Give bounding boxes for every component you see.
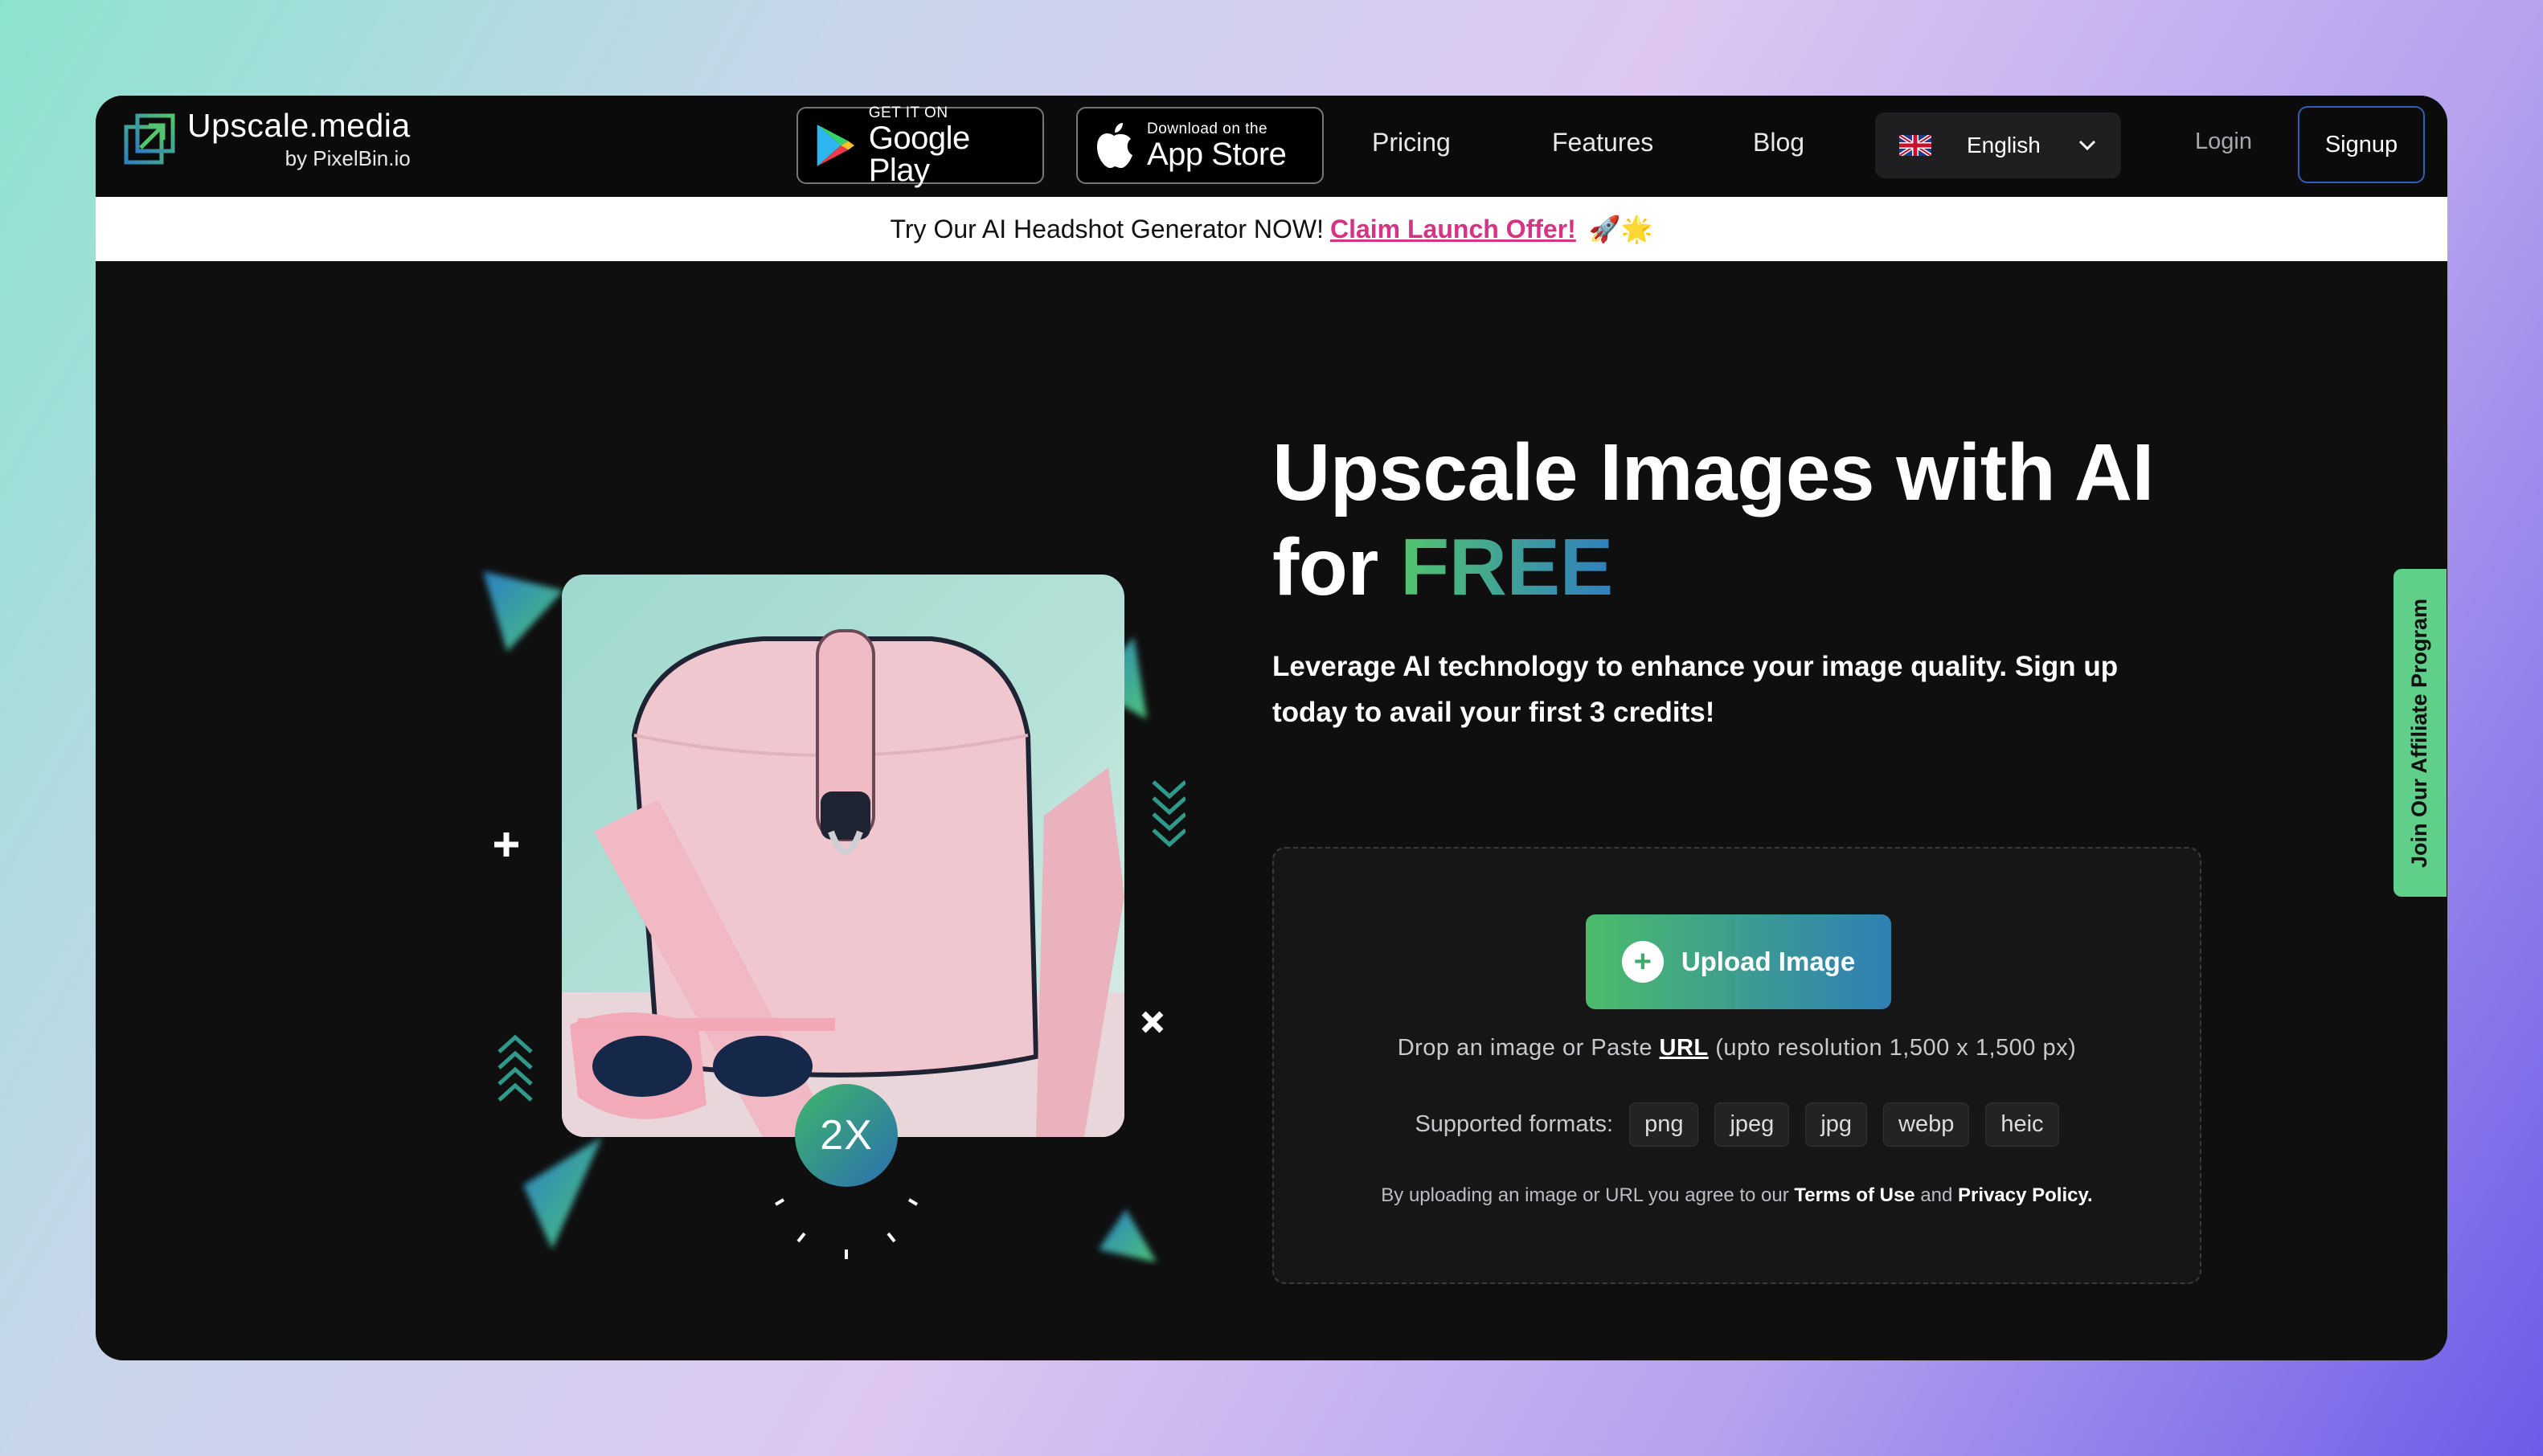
hero-illustration: 2X: [334, 446, 1186, 1266]
app-store-small: Download on the: [1147, 121, 1268, 137]
terms-and: and: [1920, 1184, 1953, 1206]
brand-subtitle: by PixelBin.io: [285, 146, 411, 170]
terms-notice: By uploading an image or URL you agree t…: [1274, 1184, 2200, 1207]
google-play-small: GET IT ON: [868, 104, 948, 121]
upload-button-label: Upload Image: [1681, 947, 1856, 976]
chevron-down-icon: [2078, 140, 2096, 151]
terms-of-use-link[interactable]: Terms of Use: [1794, 1184, 1914, 1206]
google-play-label: Google Play: [868, 121, 970, 188]
app-store-label: App Store: [1147, 137, 1287, 172]
formats-label: Supported formats:: [1415, 1111, 1614, 1137]
format-chip: heic: [1985, 1102, 2059, 1147]
upscale-2x-badge: 2X: [795, 1084, 898, 1187]
hero-title: Upscale Images with AI for FREE: [1272, 425, 2277, 615]
format-chip: webp: [1883, 1102, 1970, 1147]
brand-title: Upscale.media: [187, 107, 411, 144]
plus-icon: +: [1621, 941, 1664, 983]
chevrons-up-icon: [498, 1034, 533, 1102]
product-photo: [562, 575, 1124, 1137]
plus-shape: [494, 832, 518, 857]
nav-pricing[interactable]: Pricing: [1372, 128, 1451, 157]
upload-dropzone[interactable]: + Upload Image Drop an image or Paste UR…: [1272, 847, 2201, 1284]
paste-url-link[interactable]: URL: [1660, 1035, 1709, 1061]
chevrons-down-icon: [1152, 780, 1186, 848]
language-select[interactable]: English: [1875, 112, 2121, 178]
supported-formats: Supported formats: png jpeg jpg webp hei…: [1274, 1102, 2200, 1147]
promo-emoji: 🚀🌟: [1588, 215, 1653, 243]
drop-instructions: Drop an image or Paste URL (upto resolut…: [1274, 1035, 2200, 1061]
signup-button[interactable]: Signup: [2298, 106, 2425, 183]
google-play-icon: [817, 125, 854, 166]
drop-suffix: (upto resolution 1,500 x 1,500 px): [1715, 1035, 2077, 1061]
apple-icon: [1097, 123, 1132, 168]
format-chip: jpeg: [1714, 1102, 1790, 1147]
upload-image-button[interactable]: + Upload Image: [1586, 914, 1891, 1009]
triangle-shape: [483, 571, 563, 652]
brand-logo[interactable]: Upscale.media by PixelBin.io: [123, 107, 411, 171]
promo-banner: Try Our AI Headshot Generator NOW! Claim…: [96, 197, 2447, 261]
language-label: English: [1967, 133, 2041, 157]
nav-features[interactable]: Features: [1552, 128, 1653, 157]
drop-prefix: Drop an image or Paste: [1397, 1035, 1652, 1061]
promo-text: Try Our AI Headshot Generator NOW!: [890, 214, 1324, 243]
affiliate-label: Join Our Affiliate Program: [2407, 598, 2432, 868]
nav-blog[interactable]: Blog: [1753, 128, 1804, 157]
hero-title-line1: Upscale Images with AI: [1272, 427, 2154, 517]
format-chip: jpg: [1805, 1102, 1868, 1147]
login-link[interactable]: Login: [2195, 129, 2252, 155]
claim-offer-link[interactable]: Claim Launch Offer!: [1330, 215, 1576, 244]
x-shape: [1141, 1011, 1164, 1033]
hero-title-free: FREE: [1400, 522, 1613, 612]
sparkle-rays: [774, 1198, 919, 1259]
upscale-logo-icon: [124, 113, 175, 165]
hero-title-for: for: [1272, 522, 1378, 612]
handbag-image: [562, 629, 1124, 1137]
affiliate-program-tab[interactable]: Join Our Affiliate Program: [2394, 569, 2447, 897]
terms-prefix: By uploading an image or URL you agree t…: [1381, 1184, 1789, 1206]
app-store-button[interactable]: Download on the App Store: [1076, 107, 1324, 184]
top-navbar: Upscale.media by PixelBin.io GET IT ON G…: [96, 96, 2447, 197]
format-chip: png: [1629, 1102, 1699, 1147]
privacy-policy-link[interactable]: Privacy Policy.: [1958, 1184, 2093, 1206]
uk-flag-icon: [1899, 135, 1931, 156]
google-play-button[interactable]: GET IT ON Google Play: [796, 104, 1044, 188]
app-window: Upscale.media by PixelBin.io GET IT ON G…: [96, 96, 2447, 1360]
hero-subtitle: Leverage AI technology to enhance your i…: [1272, 651, 2119, 728]
